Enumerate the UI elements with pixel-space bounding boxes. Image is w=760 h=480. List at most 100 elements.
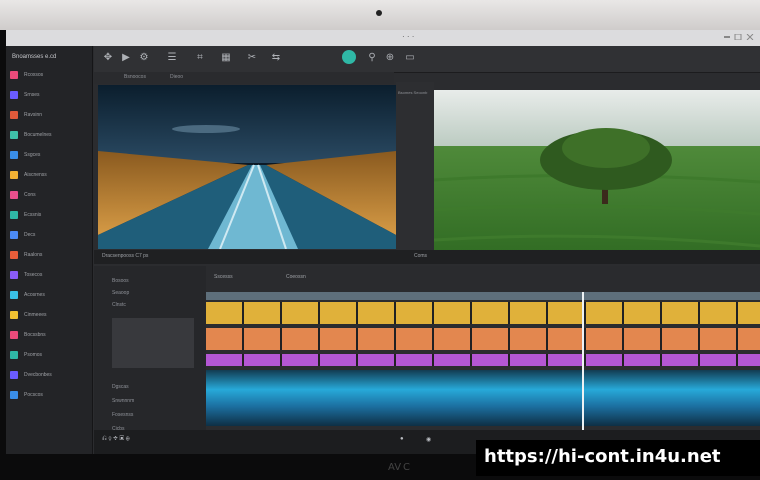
sidebar-item-label: Rcoxsos xyxy=(24,72,44,78)
sidebar-item[interactable]: Decs xyxy=(10,230,88,240)
laptop-top-edge xyxy=(0,0,760,30)
pin-icon[interactable]: ⚲ xyxy=(366,52,378,64)
railway-image xyxy=(98,85,396,249)
program-viewer[interactable] xyxy=(434,90,760,262)
sidebar-item[interactable]: Srnses xyxy=(10,90,88,100)
sidebar-item[interactable]: Tosecos xyxy=(10,270,88,280)
timeline-ruler[interactable] xyxy=(206,292,760,300)
sidebar: Bnoamsses e.cd Rcoxsos Srnses Ravsinn Bocum… xyxy=(6,46,93,454)
sidebar-item[interactable]: Cinmeees xyxy=(10,310,88,320)
tree-image xyxy=(434,90,760,262)
viewer-tabs: Bsnoocos Dieoo xyxy=(94,72,394,84)
sidebar-item[interactable]: Pocscos xyxy=(10,390,88,400)
timeline-track-video-3[interactable] xyxy=(206,354,760,366)
play-icon[interactable]: ▶ xyxy=(120,52,132,64)
sidebar-item-icon xyxy=(10,271,18,279)
sidebar-item-label: Decs xyxy=(24,232,36,238)
grid-icon[interactable]: ▦ xyxy=(220,52,232,64)
panel-row-label: Fosesnss xyxy=(112,412,134,418)
sidebar-item-icon xyxy=(10,251,18,259)
clip-preview-box[interactable] xyxy=(112,318,194,368)
viewer-controls-bar: Dracsenpooss C7 ps Coms xyxy=(94,250,760,264)
sidebar-item-icon xyxy=(10,311,18,319)
webcam xyxy=(376,10,382,16)
sidebar-item-label: Tosecos xyxy=(24,272,43,278)
sidebar-item-label: Ssgces xyxy=(24,152,41,158)
cursor-icon[interactable]: ✥ xyxy=(102,52,114,64)
window-controls-icon[interactable] xyxy=(724,34,754,40)
sidebar-item-icon xyxy=(10,391,18,399)
sidebar-item-icon xyxy=(10,331,18,339)
menu-icon[interactable]: ☰ xyxy=(166,52,178,64)
laptop-brand: AV C xyxy=(388,462,411,473)
window-title: · · · xyxy=(402,32,415,41)
playhead[interactable] xyxy=(582,292,584,432)
sidebar-item-label: Bocssbns xyxy=(24,332,46,338)
slider-icon[interactable]: ⇆ xyxy=(270,52,282,64)
timeline-track-video-2[interactable] xyxy=(206,328,760,350)
tool-icons[interactable]: ⎌ ⚲ ✥ ▣ ⊕ xyxy=(102,436,130,443)
sidebar-item[interactable]: Ravsinn xyxy=(10,110,88,120)
sidebar-item-icon xyxy=(10,291,18,299)
sidebar-item[interactable]: Dvecbonbes xyxy=(10,370,88,380)
panel-row-label: Bosoos xyxy=(112,278,129,284)
crop-icon[interactable]: ⌗ xyxy=(194,52,206,64)
sidebar-item-icon xyxy=(10,211,18,219)
sidebar-item-label: Bocumelnes xyxy=(24,132,52,138)
watermark-text: https://hi-cont.in4u.net xyxy=(484,446,721,467)
panel-row-label: Seaoop xyxy=(112,290,130,296)
timeline-title: Sscesss xyxy=(214,274,233,280)
sidebar-item-icon xyxy=(10,91,18,99)
tab-source[interactable]: Bsnoocos xyxy=(124,74,146,80)
timeline-track-video-1[interactable] xyxy=(206,302,760,324)
panel-row-label: Clnstc xyxy=(112,302,126,308)
settings-icon[interactable]: ⚙ xyxy=(138,52,150,64)
source-viewer[interactable] xyxy=(98,85,396,249)
sidebar-item-label: Cinmeees xyxy=(24,312,47,318)
sidebar-item[interactable]: Rcoxsos xyxy=(10,70,88,80)
timeline-track-audio-1[interactable] xyxy=(206,370,760,426)
toolbar: ✥ ▶ ⚙ ☰ ⌗ ▦ ✂ ⇆ ⚲ ⊕ ▭ xyxy=(94,46,760,73)
sidebar-item[interactable]: Psomos xyxy=(10,350,88,360)
project-panel: Bosoos Seaoop Clnstc Dgscas Snwnnnm Fosesnss C… xyxy=(94,266,206,438)
sidebar-item-label: Ravsinn xyxy=(24,112,43,118)
panel-row-label: Snwnnnm xyxy=(112,398,135,404)
sidebar-item-label: Acosrnes xyxy=(24,292,45,298)
sidebar-item[interactable]: Cons xyxy=(10,190,88,200)
sidebar-item[interactable]: Ecssnis xyxy=(10,210,88,220)
screen: · · · Bnoamsses e.cd Rcoxsos Srnses Ravsin… xyxy=(6,30,760,454)
monitor-icon[interactable]: ▭ xyxy=(404,52,416,64)
sidebar-item-icon xyxy=(10,151,18,159)
sidebar-item[interactable]: Raalons xyxy=(10,250,88,260)
panel-row-label: Dgscas xyxy=(112,384,129,390)
sidebar-item-label: Pocscos xyxy=(24,392,43,398)
sidebar-item-icon xyxy=(10,71,18,79)
viewer-mode-label: Coms xyxy=(414,253,428,259)
effects-column: Bsomes Seoonb xyxy=(396,82,434,262)
loop-button-icon[interactable]: ◉ xyxy=(426,436,431,443)
record-icon[interactable] xyxy=(342,50,356,64)
tab-program[interactable]: Dieoo xyxy=(170,74,183,80)
cut-icon[interactable]: ✂ xyxy=(246,52,258,64)
sidebar-item-label: Raalons xyxy=(24,252,43,258)
sidebar-item-icon xyxy=(10,231,18,239)
window-title-bar: · · · xyxy=(6,30,760,46)
sidebar-item[interactable]: Aiscnenss xyxy=(10,170,88,180)
sidebar-item-label: Dvecbonbes xyxy=(24,372,52,378)
sidebar-item[interactable]: Acosrnes xyxy=(10,290,88,300)
effects-label: Bsomes Seoonb xyxy=(398,90,428,95)
sidebar-header: Bnoamsses e.cd xyxy=(12,54,57,60)
timecode-label: Dracsenpooss C7 ps xyxy=(102,253,149,259)
sidebar-item[interactable]: Bocssbns xyxy=(10,330,88,340)
sidebar-item-icon xyxy=(10,131,18,139)
sidebar-item-label: Psomos xyxy=(24,352,43,358)
sidebar-item[interactable]: Bocumelnes xyxy=(10,130,88,140)
play-button-icon[interactable]: ● xyxy=(400,436,404,442)
sidebar-item-icon xyxy=(10,171,18,179)
sidebar-item[interactable]: Ssgces xyxy=(10,150,88,160)
sidebar-item-icon xyxy=(10,351,18,359)
sidebar-item-icon xyxy=(10,371,18,379)
sidebar-item-label: Cons xyxy=(24,192,36,198)
zoom-icon[interactable]: ⊕ xyxy=(384,52,396,64)
sidebar-item-icon xyxy=(10,111,18,119)
